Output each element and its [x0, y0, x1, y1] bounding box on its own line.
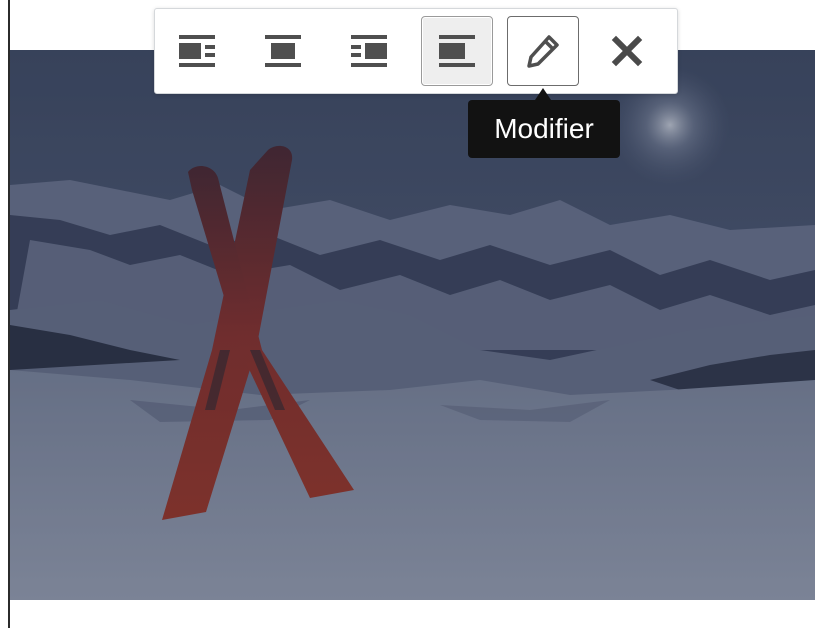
edit-button[interactable] [507, 16, 579, 86]
edit-tooltip: Modifier [468, 100, 620, 158]
align-right-button[interactable] [333, 16, 405, 86]
align-none-button[interactable] [421, 16, 493, 86]
ski-mountain-image [10, 50, 815, 600]
image-block[interactable] [10, 50, 815, 600]
align-right-icon [351, 35, 387, 67]
align-center-icon [265, 35, 301, 67]
align-none-icon [439, 35, 475, 67]
remove-button[interactable] [591, 16, 663, 86]
align-left-icon [179, 35, 215, 67]
pencil-icon [527, 35, 559, 68]
tooltip-arrow [535, 88, 551, 100]
editor-page: Modifier [0, 0, 815, 628]
align-left-button[interactable] [161, 16, 233, 86]
image-block-toolbar [154, 8, 678, 94]
close-icon [611, 35, 643, 67]
align-center-button[interactable] [247, 16, 319, 86]
